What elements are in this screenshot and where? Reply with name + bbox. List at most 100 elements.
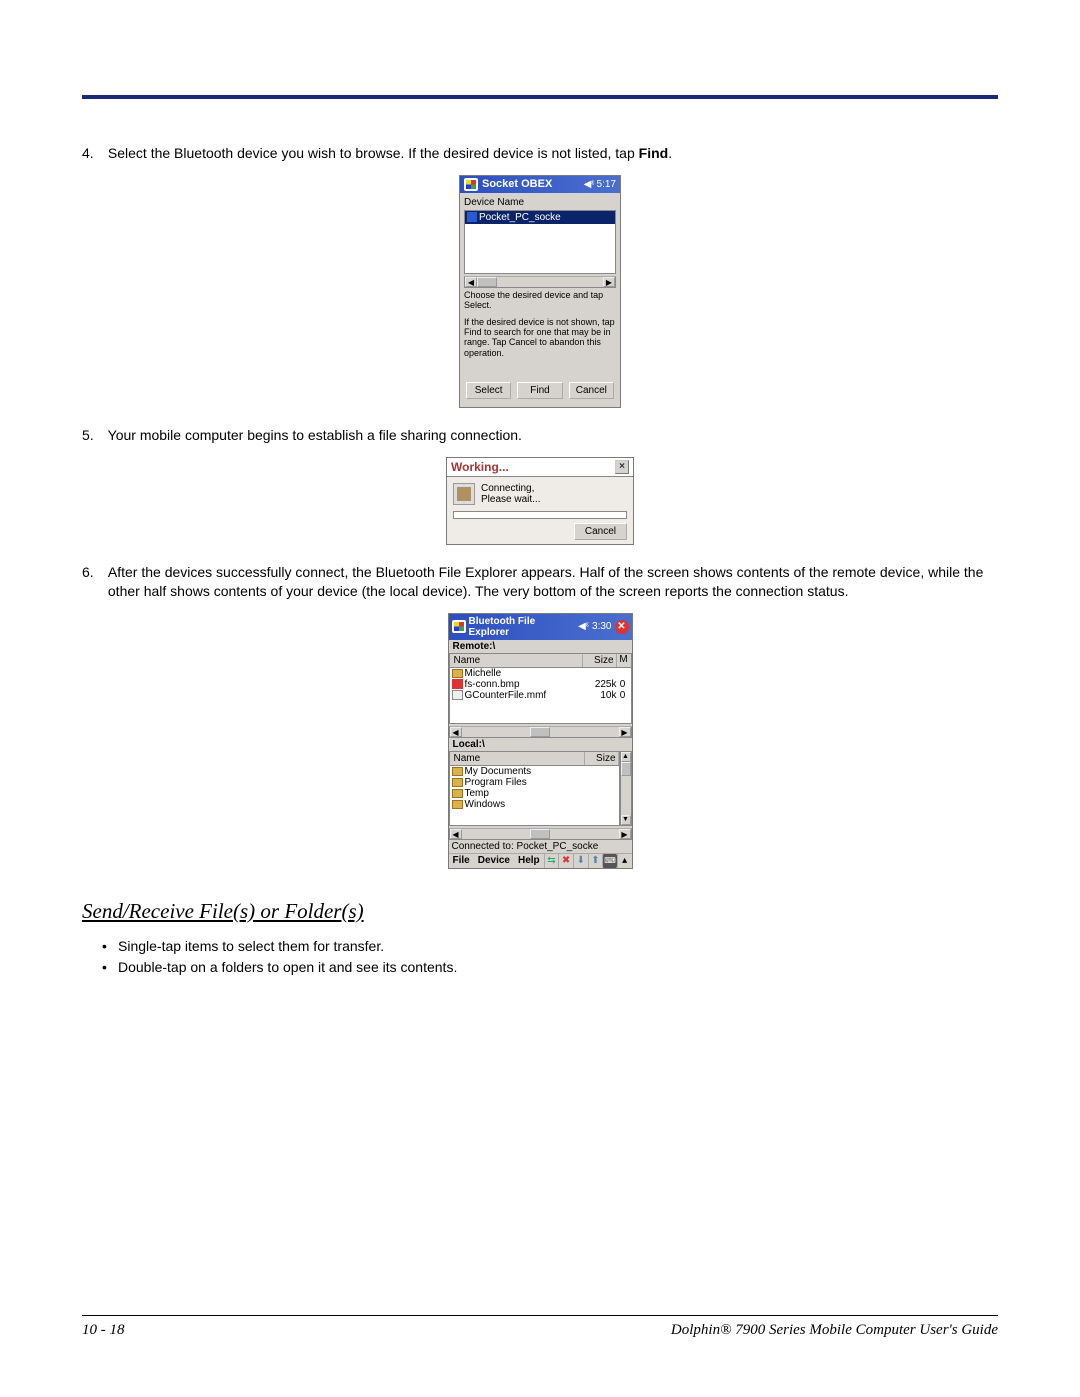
titlebar: Socket OBEX ◀ᵋ 5:17 bbox=[460, 176, 620, 193]
connecting-line2: Please wait... bbox=[481, 494, 540, 505]
table-row[interactable]: fs-conn.bmp 225k 0 bbox=[450, 679, 631, 690]
file-size: 225k bbox=[583, 679, 617, 690]
connecting-text: Connecting, Please wait... bbox=[481, 483, 540, 505]
menu-device[interactable]: Device bbox=[474, 854, 514, 867]
connection-status: Connected to: Pocket_PC_socke bbox=[449, 840, 632, 853]
scroll-track[interactable] bbox=[497, 277, 603, 287]
mmf-file-icon bbox=[452, 690, 463, 700]
col-size[interactable]: Size bbox=[585, 752, 619, 765]
file-m: 0 bbox=[617, 690, 629, 701]
folder-icon bbox=[452, 767, 463, 776]
scroll-right-icon[interactable]: ▶ bbox=[619, 727, 631, 737]
table-row[interactable]: Program Files bbox=[450, 777, 619, 788]
file-name: Windows bbox=[465, 799, 506, 810]
table-row[interactable]: My Documents bbox=[450, 766, 619, 777]
menu-help[interactable]: Help bbox=[514, 854, 544, 867]
table-row[interactable]: Michelle bbox=[450, 668, 631, 679]
progress-bar bbox=[453, 511, 627, 519]
sip-arrow-icon[interactable]: ▴ bbox=[617, 854, 632, 868]
clock: 5:17 bbox=[597, 179, 616, 190]
table-row[interactable]: Temp bbox=[450, 788, 619, 799]
local-hscrollbar[interactable]: ◀ ▶ bbox=[449, 828, 632, 840]
bmp-file-icon bbox=[452, 679, 463, 689]
working-dialog: Working... × Connecting, Please wait... … bbox=[446, 457, 634, 545]
file-size bbox=[583, 668, 617, 679]
get-icon[interactable]: ⬇ bbox=[573, 854, 588, 868]
file-m: 0 bbox=[617, 679, 629, 690]
device-name-label: Device Name bbox=[464, 197, 616, 208]
start-flag-icon[interactable] bbox=[464, 178, 478, 191]
scroll-right-icon[interactable]: ▶ bbox=[619, 829, 631, 839]
start-flag-icon[interactable] bbox=[452, 620, 466, 633]
scroll-right-icon[interactable]: ▶ bbox=[603, 277, 615, 287]
step-5: 5. Your mobile computer begins to establ… bbox=[82, 426, 998, 445]
bullet-item: Double-tap on a folders to open it and s… bbox=[102, 957, 998, 978]
file-name: GCounterFile.mmf bbox=[465, 690, 547, 701]
step4-text-pre: Select the Bluetooth device you wish to … bbox=[108, 145, 639, 161]
scroll-left-icon[interactable]: ◀ bbox=[465, 277, 477, 287]
col-size[interactable]: Size bbox=[583, 654, 617, 667]
scroll-thumb[interactable] bbox=[477, 277, 497, 287]
bullet-item: Single-tap items to select them for tran… bbox=[102, 936, 998, 957]
working-titlebar: Working... × bbox=[447, 458, 633, 477]
device-connect-icon bbox=[453, 483, 475, 505]
device-list[interactable]: Pocket_PC_socke bbox=[464, 210, 616, 274]
local-vscrollbar[interactable]: ▲ ▼ bbox=[620, 751, 632, 826]
remote-label: Remote:\ bbox=[449, 640, 632, 653]
scroll-track[interactable] bbox=[462, 727, 531, 737]
select-button[interactable]: Select bbox=[466, 382, 511, 399]
find-button[interactable]: Find bbox=[517, 382, 562, 399]
file-size: 10k bbox=[583, 690, 617, 701]
delete-icon[interactable]: ✖ bbox=[558, 854, 573, 868]
step4-bold: Find bbox=[639, 145, 669, 161]
file-m bbox=[617, 668, 629, 679]
file-name: Program Files bbox=[465, 777, 527, 788]
close-icon[interactable]: ✕ bbox=[615, 620, 629, 634]
scroll-track[interactable] bbox=[621, 776, 631, 815]
window-title: Socket OBEX bbox=[482, 178, 580, 190]
hscrollbar[interactable]: ◀ ▶ bbox=[464, 276, 616, 288]
remote-pane[interactable]: Michelle fs-conn.bmp 225k 0 GCounterFile… bbox=[449, 668, 632, 724]
keyboard-icon[interactable]: ⌨ bbox=[602, 854, 617, 868]
top-rule bbox=[82, 95, 998, 99]
step4-number: 4. bbox=[82, 144, 104, 163]
bt-window-title: Bluetooth File Explorer bbox=[469, 616, 576, 638]
scroll-left-icon[interactable]: ◀ bbox=[450, 727, 462, 737]
scroll-track[interactable] bbox=[462, 829, 531, 839]
col-name[interactable]: Name bbox=[450, 654, 583, 667]
menu-file[interactable]: File bbox=[449, 854, 474, 867]
file-name: Temp bbox=[465, 788, 489, 799]
scroll-thumb[interactable] bbox=[621, 762, 631, 776]
working-cancel-button[interactable]: Cancel bbox=[574, 523, 627, 540]
cancel-button[interactable]: Cancel bbox=[569, 382, 614, 399]
close-icon[interactable]: × bbox=[615, 460, 629, 474]
local-pane[interactable]: My Documents Program Files Temp Windows bbox=[449, 766, 620, 826]
step-6: 6. After the devices successfully connec… bbox=[82, 563, 998, 601]
file-name: My Documents bbox=[465, 766, 532, 777]
step4-text-post: . bbox=[668, 145, 672, 161]
remote-hscrollbar[interactable]: ◀ ▶ bbox=[449, 726, 632, 738]
table-row[interactable]: GCounterFile.mmf 10k 0 bbox=[450, 690, 631, 701]
scroll-track[interactable] bbox=[550, 727, 619, 737]
scroll-thumb[interactable] bbox=[530, 829, 550, 839]
bullet-list: Single-tap items to select them for tran… bbox=[82, 936, 998, 978]
scroll-up-icon[interactable]: ▲ bbox=[621, 752, 631, 762]
file-name: Michelle bbox=[465, 668, 502, 679]
scroll-thumb[interactable] bbox=[530, 727, 550, 737]
table-row[interactable]: Windows bbox=[450, 799, 619, 810]
speaker-icon[interactable]: ◀ᵋ bbox=[578, 621, 589, 632]
speaker-icon[interactable]: ◀ᵋ bbox=[584, 179, 595, 190]
footer-title: Dolphin® 7900 Series Mobile Computer Use… bbox=[671, 1322, 998, 1339]
remote-table-header: Name Size M bbox=[449, 653, 632, 668]
device-item-selected[interactable]: Pocket_PC_socke bbox=[465, 211, 615, 224]
folder-icon bbox=[452, 800, 463, 809]
figure-3: Bluetooth File Explorer ◀ᵋ 3:30 ✕ Remote… bbox=[82, 613, 998, 869]
scroll-left-icon[interactable]: ◀ bbox=[450, 829, 462, 839]
bottom-toolbar: File Device Help ⇆ ✖ ⬇ ⬆ ⌨ ▴ bbox=[449, 853, 632, 868]
transfer-icon[interactable]: ⇆ bbox=[544, 854, 559, 868]
scroll-track[interactable] bbox=[550, 829, 619, 839]
col-m[interactable]: M bbox=[617, 654, 631, 667]
col-name[interactable]: Name bbox=[450, 752, 585, 765]
put-icon[interactable]: ⬆ bbox=[588, 854, 603, 868]
scroll-down-icon[interactable]: ▼ bbox=[621, 815, 631, 825]
